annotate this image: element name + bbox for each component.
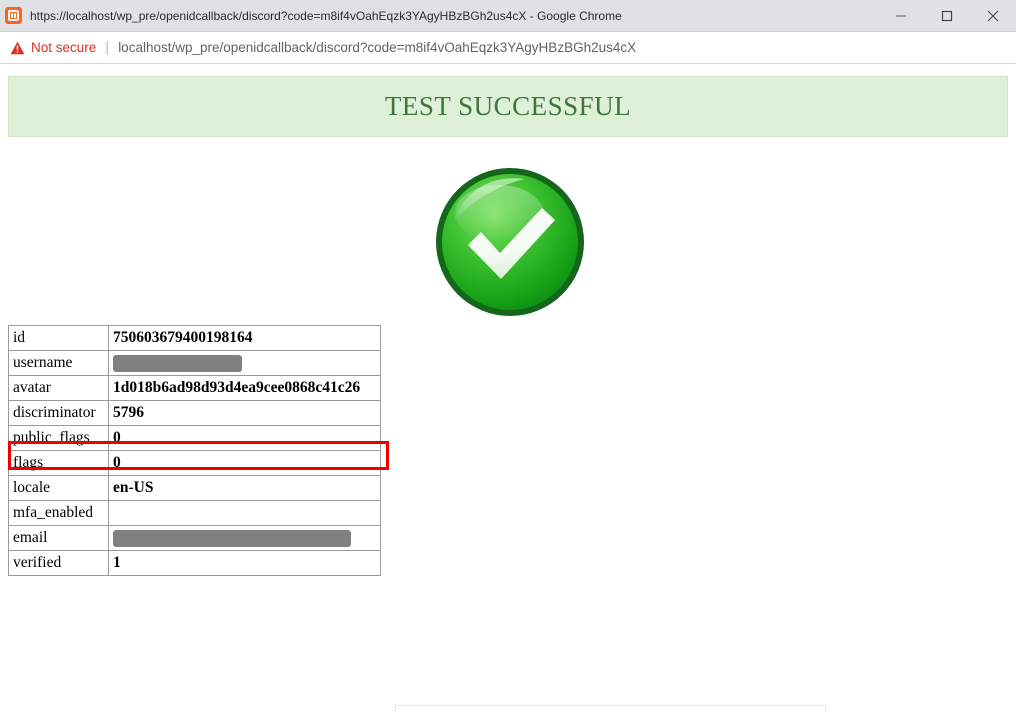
table-row: avatar 1d018b6ad98d93d4ea9cee0868c41c26: [8, 375, 381, 401]
table-cell-key: avatar: [8, 375, 109, 401]
table-cell-value: [108, 525, 381, 551]
maximize-icon[interactable]: [924, 0, 970, 32]
table-cell-key: verified: [8, 550, 109, 576]
page-content: TEST SUCCESSFUL id 750603679400198164 us…: [0, 65, 1016, 712]
table-cell-value: 5796: [108, 400, 381, 426]
table-row: verified 1: [8, 550, 381, 576]
browser-title-bar: https://localhost/wp_pre/openidcallback/…: [0, 0, 1016, 32]
table-cell-value: 750603679400198164: [108, 325, 381, 351]
security-status-label: Not secure: [31, 40, 97, 55]
table-cell-key: username: [8, 350, 109, 376]
table-row: locale en-US: [8, 475, 381, 501]
table-row: discriminator 5796: [8, 400, 381, 426]
table-cell-value: 0: [108, 425, 381, 451]
table-row: public_flags 0: [8, 425, 381, 451]
xampp-favicon-icon: [5, 7, 22, 24]
table-row: flags 0: [8, 450, 381, 476]
table-cell-key: id: [8, 325, 109, 351]
green-check-circle-icon: [433, 165, 587, 319]
table-cell-key: locale: [8, 475, 109, 501]
table-row: mfa_enabled: [8, 500, 381, 526]
user-data-table: id 750603679400198164 username avatar 1d018b…: [8, 325, 381, 576]
table-cell-key: flags: [8, 450, 109, 476]
browser-address-bar[interactable]: Not secure | localhost/wp_pre/openidcall…: [0, 32, 1016, 64]
bottom-panel: [395, 705, 826, 712]
window-controls: [878, 0, 1016, 32]
table-cell-value: [108, 500, 381, 526]
table-cell-value: en-US: [108, 475, 381, 501]
window-title: https://localhost/wp_pre/openidcallback/…: [30, 8, 622, 23]
table-cell-key: discriminator: [8, 400, 109, 426]
table-cell-value: [108, 350, 381, 376]
table-row: username: [8, 350, 381, 376]
table-cell-key: public_flags: [8, 425, 109, 451]
table-cell-key: email: [8, 525, 109, 551]
table-body: id 750603679400198164 username avatar 1d018b…: [8, 325, 381, 576]
table-row: id 750603679400198164: [8, 325, 381, 351]
table-row: email: [8, 525, 381, 551]
success-banner: TEST SUCCESSFUL: [8, 76, 1008, 137]
redaction-bar-username: [113, 354, 242, 372]
address-separator: |: [105, 39, 110, 56]
page-title: TEST SUCCESSFUL: [384, 91, 632, 121]
close-icon[interactable]: [970, 0, 1016, 32]
warning-triangle-icon: [10, 41, 25, 54]
url-text[interactable]: localhost/wp_pre/openidcallback/discord?…: [118, 40, 1016, 55]
table-cell-value: 1: [108, 550, 381, 576]
table-cell-value: 1d018b6ad98d93d4ea9cee0868c41c26: [108, 375, 381, 401]
table-cell-key: mfa_enabled: [8, 500, 109, 526]
redaction-bar-email: [113, 529, 351, 547]
table-cell-value: 0: [108, 450, 381, 476]
minimize-icon[interactable]: [878, 0, 924, 32]
